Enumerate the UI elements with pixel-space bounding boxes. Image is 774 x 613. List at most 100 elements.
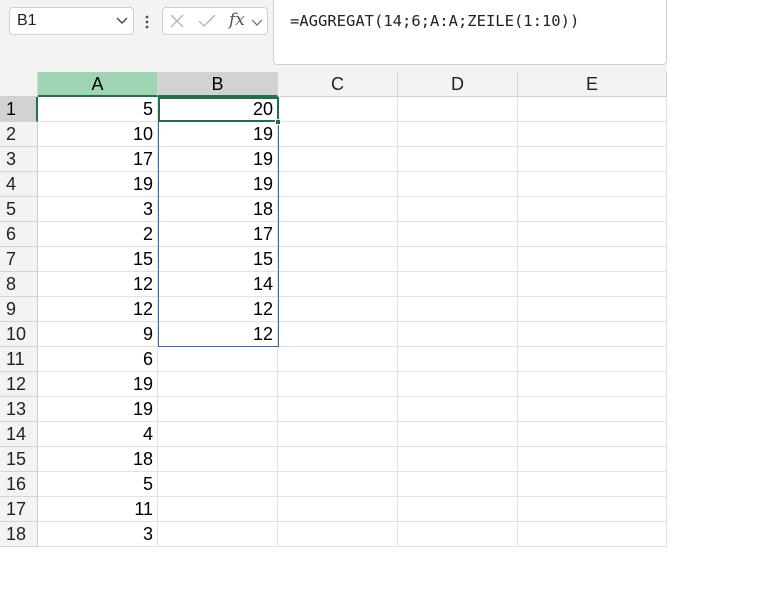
- cell-e18[interactable]: [518, 522, 667, 547]
- cell-d1[interactable]: [398, 97, 518, 122]
- cell-d3[interactable]: [398, 147, 518, 172]
- cell-b13[interactable]: [158, 397, 278, 422]
- row-header-12[interactable]: 12: [0, 372, 38, 397]
- cell-b14[interactable]: [158, 422, 278, 447]
- cell-c11[interactable]: [278, 347, 398, 372]
- cell-a15[interactable]: 18: [38, 447, 158, 472]
- cell-b9[interactable]: 12: [158, 297, 278, 322]
- cell-e17[interactable]: [518, 497, 667, 522]
- cell-b3[interactable]: 19: [158, 147, 278, 172]
- row-header-10[interactable]: 10: [0, 322, 38, 347]
- cell-a2[interactable]: 10: [38, 122, 158, 147]
- cell-c5[interactable]: [278, 197, 398, 222]
- cell-b5[interactable]: 18: [158, 197, 278, 222]
- row-header-8[interactable]: 8: [0, 272, 38, 297]
- cell-a9[interactable]: 12: [38, 297, 158, 322]
- cell-d17[interactable]: [398, 497, 518, 522]
- column-header-d[interactable]: D: [398, 72, 518, 97]
- cell-c15[interactable]: [278, 447, 398, 472]
- cell-d14[interactable]: [398, 422, 518, 447]
- cell-a7[interactable]: 15: [38, 247, 158, 272]
- cell-a6[interactable]: 2: [38, 222, 158, 247]
- cell-d11[interactable]: [398, 347, 518, 372]
- cell-b7[interactable]: 15: [158, 247, 278, 272]
- row-header-13[interactable]: 13: [0, 397, 38, 422]
- cell-b6[interactable]: 17: [158, 222, 278, 247]
- cell-e5[interactable]: [518, 197, 667, 222]
- cell-c10[interactable]: [278, 322, 398, 347]
- cell-c3[interactable]: [278, 147, 398, 172]
- row-header-6[interactable]: 6: [0, 222, 38, 247]
- cell-a17[interactable]: 11: [38, 497, 158, 522]
- row-header-17[interactable]: 17: [0, 497, 38, 522]
- cell-d15[interactable]: [398, 447, 518, 472]
- cell-a18[interactable]: 3: [38, 522, 158, 547]
- cell-c2[interactable]: [278, 122, 398, 147]
- cell-e2[interactable]: [518, 122, 667, 147]
- column-header-b[interactable]: B: [158, 72, 278, 97]
- cell-c12[interactable]: [278, 372, 398, 397]
- name-box[interactable]: B1: [9, 7, 134, 35]
- row-header-7[interactable]: 7: [0, 247, 38, 272]
- cell-e8[interactable]: [518, 272, 667, 297]
- cell-a4[interactable]: 19: [38, 172, 158, 197]
- row-header-3[interactable]: 3: [0, 147, 38, 172]
- cell-e12[interactable]: [518, 372, 667, 397]
- cell-e15[interactable]: [518, 447, 667, 472]
- cell-b11[interactable]: [158, 347, 278, 372]
- cell-d9[interactable]: [398, 297, 518, 322]
- formula-input[interactable]: =AGGREGAT(14;6;A:A;ZEILE(1:10)): [273, 0, 667, 65]
- cell-d16[interactable]: [398, 472, 518, 497]
- cell-b4[interactable]: 19: [158, 172, 278, 197]
- more-options-icon[interactable]: [144, 14, 150, 30]
- cell-a10[interactable]: 9: [38, 322, 158, 347]
- select-all-corner[interactable]: [0, 72, 38, 97]
- cancel-icon[interactable]: [169, 13, 185, 29]
- row-header-18[interactable]: 18: [0, 522, 38, 547]
- chevron-down-icon[interactable]: [115, 13, 129, 27]
- cell-d2[interactable]: [398, 122, 518, 147]
- cell-a1[interactable]: 5: [38, 97, 158, 122]
- row-header-11[interactable]: 11: [0, 347, 38, 372]
- row-header-1[interactable]: 1: [0, 97, 38, 122]
- insert-function-button[interactable]: fx: [229, 10, 245, 30]
- cell-e10[interactable]: [518, 322, 667, 347]
- column-header-e[interactable]: E: [518, 72, 667, 97]
- cell-b2[interactable]: 19: [158, 122, 278, 147]
- cell-c13[interactable]: [278, 397, 398, 422]
- cell-a8[interactable]: 12: [38, 272, 158, 297]
- cell-a16[interactable]: 5: [38, 472, 158, 497]
- cell-a3[interactable]: 17: [38, 147, 158, 172]
- cell-a14[interactable]: 4: [38, 422, 158, 447]
- cell-c1[interactable]: [278, 97, 398, 122]
- cell-a11[interactable]: 6: [38, 347, 158, 372]
- cell-e3[interactable]: [518, 147, 667, 172]
- cell-d12[interactable]: [398, 372, 518, 397]
- cell-b18[interactable]: [158, 522, 278, 547]
- cell-d5[interactable]: [398, 197, 518, 222]
- cell-e13[interactable]: [518, 397, 667, 422]
- cell-d7[interactable]: [398, 247, 518, 272]
- cell-c6[interactable]: [278, 222, 398, 247]
- cell-e7[interactable]: [518, 247, 667, 272]
- row-header-9[interactable]: 9: [0, 297, 38, 322]
- cell-d10[interactable]: [398, 322, 518, 347]
- cell-a5[interactable]: 3: [38, 197, 158, 222]
- cell-c4[interactable]: [278, 172, 398, 197]
- fill-handle[interactable]: [275, 119, 281, 125]
- cell-c18[interactable]: [278, 522, 398, 547]
- cell-e11[interactable]: [518, 347, 667, 372]
- cell-b12[interactable]: [158, 372, 278, 397]
- row-header-4[interactable]: 4: [0, 172, 38, 197]
- cell-c7[interactable]: [278, 247, 398, 272]
- cell-e16[interactable]: [518, 472, 667, 497]
- cell-c16[interactable]: [278, 472, 398, 497]
- row-header-15[interactable]: 15: [0, 447, 38, 472]
- cell-c17[interactable]: [278, 497, 398, 522]
- row-header-2[interactable]: 2: [0, 122, 38, 147]
- cell-b15[interactable]: [158, 447, 278, 472]
- column-header-a[interactable]: A: [38, 72, 158, 97]
- cell-b17[interactable]: [158, 497, 278, 522]
- cell-b10[interactable]: 12: [158, 322, 278, 347]
- cell-e9[interactable]: [518, 297, 667, 322]
